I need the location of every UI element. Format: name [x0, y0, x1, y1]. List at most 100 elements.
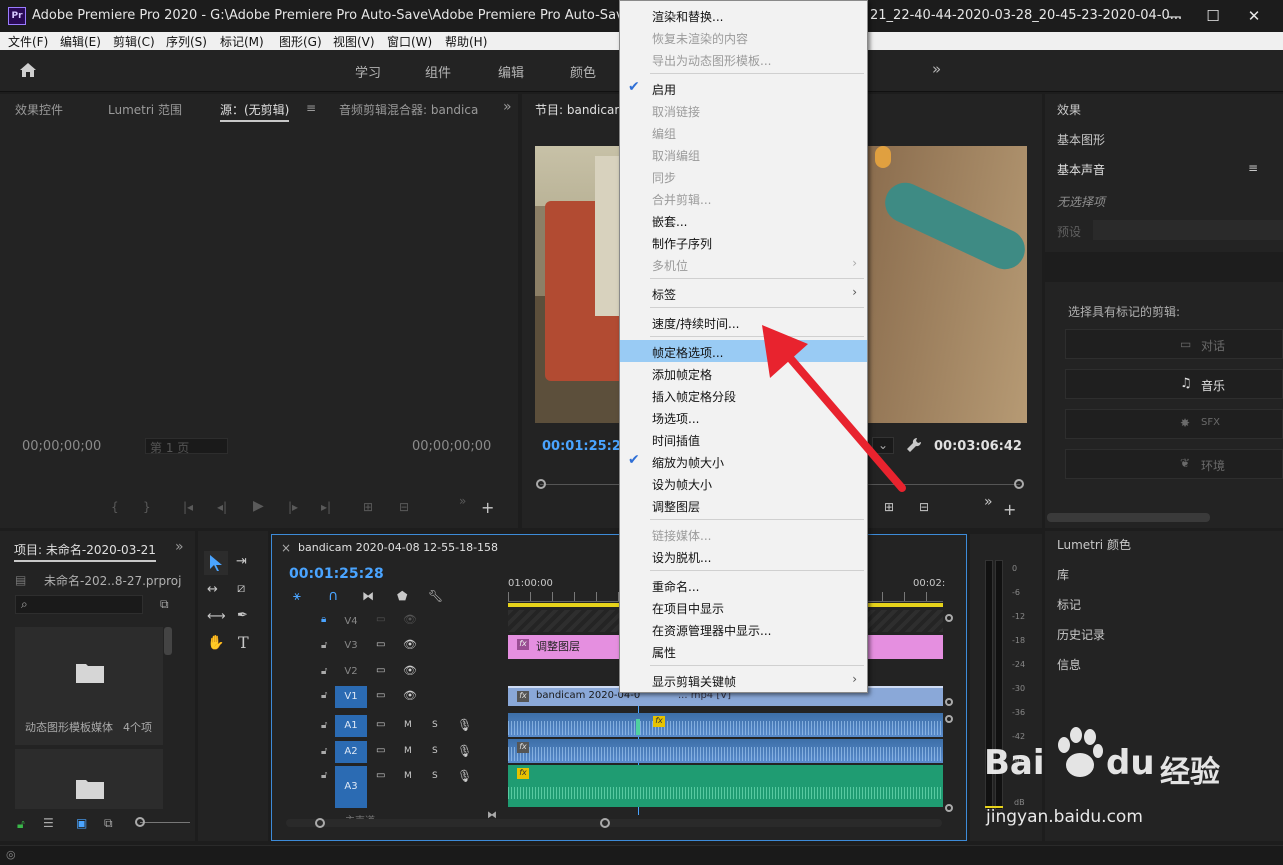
a2-sync-icon[interactable]: ▭: [376, 745, 385, 756]
hand-tool-icon[interactable]: ✋: [207, 635, 224, 651]
menu-view[interactable]: 视图(V): [333, 33, 375, 50]
panel-libraries[interactable]: 库: [1057, 566, 1069, 583]
track-a2[interactable]: A2: [335, 741, 367, 763]
insert-icon[interactable]: ⊞: [363, 500, 373, 514]
track-a1[interactable]: A1: [335, 715, 367, 737]
zoom-slider-handle[interactable]: [135, 817, 145, 827]
menu-window[interactable]: 窗口(W): [387, 33, 432, 50]
menu-graphics[interactable]: 图形(G): [279, 33, 322, 50]
program-timecode-right[interactable]: 00:03:06:42: [934, 439, 1022, 454]
a1-keyframe-marker[interactable]: [636, 719, 640, 735]
source-add-button-icon[interactable]: +: [481, 498, 494, 517]
panel-effects[interactable]: 效果: [1057, 101, 1081, 118]
menu-item-restore-unrendered[interactable]: 恢复未渲染的内容: [620, 26, 867, 48]
menu-item-ungroup[interactable]: 取消编组: [620, 143, 867, 165]
snap-magnet-icon[interactable]: ∩: [328, 588, 338, 604]
panel-lumetri-color[interactable]: Lumetri 颜色: [1057, 536, 1131, 553]
track-v2[interactable]: V2: [335, 661, 367, 683]
essential-sound-scrollbar[interactable]: [1047, 513, 1210, 522]
workspace-more[interactable]: »: [932, 60, 941, 78]
type-tool-icon[interactable]: T: [238, 633, 249, 652]
a3-mute-button[interactable]: M: [404, 771, 412, 781]
overwrite-icon[interactable]: ⊟: [399, 500, 409, 514]
program-timecode-left[interactable]: 00:01:25:28: [542, 439, 630, 454]
v1-lock-icon[interactable]: 🔓︎: [321, 690, 327, 701]
project-search-input[interactable]: ⌕: [15, 595, 143, 614]
menu-item-make-subsequence[interactable]: 制作子序列: [620, 231, 867, 253]
program-title[interactable]: 节目: bandicam: [535, 101, 626, 118]
minimize-button[interactable]: —: [1160, 5, 1188, 27]
track-v1[interactable]: V1: [335, 686, 367, 708]
timeline-vscroll-bottom-handle[interactable]: [945, 804, 953, 812]
audio-clip-a1[interactable]: fx: [508, 713, 943, 737]
step-forward-icon[interactable]: |▸: [288, 500, 298, 514]
v4-eye-icon[interactable]: 👁︎: [403, 613, 417, 626]
timeline-vscroll-mid-handle[interactable]: [945, 698, 953, 706]
new-bin-search-icon[interactable]: ⧉: [160, 597, 169, 612]
hscroll-right-handle[interactable]: [600, 818, 610, 828]
freeform-view-icon[interactable]: ⧉: [104, 816, 113, 831]
menu-item-reveal-in-explorer[interactable]: 在资源管理器中显示...: [620, 618, 867, 640]
essential-sound-menu-icon[interactable]: ≡: [1248, 161, 1258, 175]
source-page-select[interactable]: 第 1 页: [145, 438, 228, 455]
menu-item-show-clip-keyframes[interactable]: 显示剪辑关键帧 ›: [620, 669, 867, 691]
project-bin-item-2[interactable]: [15, 749, 163, 809]
menu-edit[interactable]: 编辑(E): [60, 33, 101, 50]
panel-essential-graphics[interactable]: 基本图形: [1057, 131, 1105, 148]
nest-toggle-icon[interactable]: ⚹: [293, 589, 301, 604]
track-v3[interactable]: V3: [335, 635, 367, 657]
a1-mute-button[interactable]: M: [404, 720, 412, 730]
linked-selection-icon[interactable]: ⧓: [362, 589, 374, 603]
a2-solo-button[interactable]: S: [432, 746, 438, 756]
source-tabs-more[interactable]: »: [503, 99, 512, 115]
panel-history[interactable]: 历史记录: [1057, 626, 1105, 643]
v2-sync-icon[interactable]: ▭: [376, 665, 385, 676]
menu-item-enable[interactable]: ✔ 启用: [620, 77, 867, 99]
a1-voiceover-mic-icon[interactable]: 🎙︎: [457, 718, 472, 732]
go-to-out-icon[interactable]: ▸|: [321, 500, 331, 514]
tab-source[interactable]: 源：(无剪辑): [220, 101, 290, 122]
go-to-in-icon[interactable]: |◂: [183, 500, 193, 514]
menu-marker[interactable]: 标记(M): [220, 33, 264, 50]
play-icon[interactable]: ▶: [253, 498, 264, 514]
track-v4[interactable]: V4: [335, 611, 367, 633]
icon-view-icon[interactable]: ▣: [76, 816, 87, 830]
source-more-icon[interactable]: »: [459, 494, 466, 508]
a1-solo-button[interactable]: S: [432, 720, 438, 730]
program-extract-icon[interactable]: ⊟: [919, 500, 929, 514]
project-lock-icon[interactable]: 🔓︎: [17, 817, 25, 832]
audio-clip-a2[interactable]: fx: [508, 739, 943, 763]
track-a3[interactable]: A3: [335, 766, 367, 808]
timeline-vscroll-top-handle[interactable]: [945, 614, 953, 622]
zoom-slider[interactable]: [140, 822, 190, 823]
program-scrubber-left-handle[interactable]: [536, 479, 546, 489]
workspace-color[interactable]: 颜色: [570, 62, 596, 81]
menu-item-render-replace[interactable]: 渲染和替换...: [620, 4, 867, 26]
a3-lock-icon[interactable]: 🔓︎: [321, 770, 327, 781]
panel-markers[interactable]: 标记: [1057, 596, 1081, 613]
timeline-hscrollbar[interactable]: [286, 819, 942, 827]
v3-sync-icon[interactable]: ▭: [376, 639, 385, 650]
program-add-button-icon[interactable]: +: [1003, 500, 1016, 519]
program-more-icon[interactable]: »: [984, 494, 993, 510]
a1-lock-icon[interactable]: 🔓︎: [321, 720, 327, 731]
mark-in-icon[interactable]: {: [111, 500, 119, 514]
project-tabs-more[interactable]: »: [175, 539, 184, 555]
music-button[interactable]: ♫ 音乐: [1065, 369, 1283, 399]
v4-lock-icon[interactable]: 🔒︎: [321, 614, 326, 625]
tab-effect-controls[interactable]: 效果控件: [15, 101, 63, 118]
timeline-close-icon[interactable]: ×: [281, 541, 291, 555]
menu-file[interactable]: 文件(F): [8, 33, 48, 50]
project-bin-item[interactable]: 动态图形模板媒体 4个项: [15, 627, 163, 745]
workspace-editing[interactable]: 编辑: [498, 62, 524, 81]
menu-item-rename[interactable]: 重命名...: [620, 574, 867, 596]
razor-tool-icon[interactable]: ⧄: [237, 581, 245, 596]
audio-clip-a3[interactable]: fx: [508, 765, 943, 807]
v1-eye-icon[interactable]: 👁︎: [403, 689, 417, 702]
dialogue-button[interactable]: ▭ 对话: [1065, 329, 1283, 359]
project-file-name[interactable]: 未命名-202..8-27.prproj: [44, 572, 181, 589]
menu-item-link-media[interactable]: 链接媒体...: [620, 523, 867, 545]
project-scrollbar[interactable]: [164, 627, 172, 655]
program-lift-icon[interactable]: ⊞: [884, 500, 894, 514]
a3-solo-button[interactable]: S: [432, 771, 438, 781]
